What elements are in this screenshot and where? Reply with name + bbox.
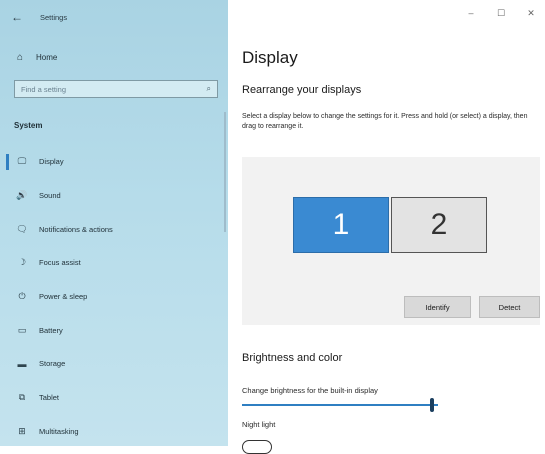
sidebar-item-home[interactable]: ⌂ Home [14,52,57,63]
brightness-heading: Brightness and color [242,352,343,364]
brightness-slider-track [242,404,438,406]
sidebar-item-label: Power & sleep [39,292,88,302]
search-icon[interactable]: ⌕ [207,84,211,94]
power-icon: ⏻ [18,291,26,302]
sidebar-item-label: Storage [39,359,66,369]
sidebar-item-display[interactable]: 🖵 Display [0,145,228,179]
sidebar-item-multitasking[interactable]: ⊞ Multitasking [0,415,228,449]
search-box[interactable]: ⌕ [14,80,218,98]
rearrange-heading: Rearrange your displays [242,84,362,96]
monitor-2-tile[interactable]: 2 [391,197,487,253]
sidebar-item-notifications-actions[interactable]: 🗨 Notifications & actions [0,212,228,246]
speaker-icon: 🔊 [16,190,28,201]
sidebar-item-battery[interactable]: ▭ Battery [0,313,228,347]
brightness-slider[interactable] [242,398,438,412]
identify-button[interactable]: Identify [404,296,471,318]
nav-list: 🖵 Display 🔊 Sound 🗨 Notifications & actions ☽ F… [0,145,228,448]
home-icon: ⌂ [16,52,24,63]
titlebar: ← Settings [0,0,228,34]
sidebar-item-power-sleep[interactable]: ⏻ Power & sleep [0,280,228,314]
sidebar-item-label: Sound [39,191,61,201]
monitor-icon: 🖵 [17,156,27,167]
maximize-icon[interactable]: ☐ [495,8,507,19]
sidebar-item-focus-assist[interactable]: ☽ Focus assist [0,246,228,280]
moon-icon: ☽ [17,257,27,268]
detect-button[interactable]: Detect [479,296,540,318]
back-arrow-icon[interactable]: ← [0,0,34,34]
app-title: Settings [40,12,68,22]
night-light-label: Night light [242,420,276,429]
notification-icon: 🗨 [16,223,28,234]
close-icon[interactable]: ✕ [525,8,537,19]
sidebar-item-tablet[interactable]: ⧉ Tablet [0,381,228,415]
sidebar-item-label: Notifications & actions [39,224,113,234]
sidebar-item-label: Tablet [39,393,60,403]
storage-icon: ▬ [17,358,27,369]
section-label: System [14,121,43,130]
sidebar-item-label: Multitasking [39,426,79,436]
page-title: Display [242,48,298,67]
brightness-slider-thumb[interactable] [430,398,435,412]
tablet-icon: ⧉ [18,392,26,403]
sidebar-item-sound[interactable]: 🔊 Sound [0,179,228,213]
home-label: Home [36,53,58,62]
sidebar-item-label: Focus assist [39,258,81,268]
window-controls: – ☐ ✕ [465,8,537,19]
sidebar-item-storage[interactable]: ▬ Storage [0,347,228,381]
sidebar-scrollbar[interactable] [224,112,226,232]
display-arrangement-area: 1 2 Identify Detect [242,157,540,325]
rearrange-description: Select a display below to change the set… [242,113,528,130]
brightness-slider-label: Change brightness for the built-in displ… [242,386,378,395]
minimize-icon[interactable]: – [465,8,477,19]
multitasking-icon: ⊞ [18,425,26,436]
monitor-1-tile[interactable]: 1 [293,197,389,253]
battery-icon: ▭ [17,324,27,335]
night-light-toggle[interactable] [242,440,272,454]
sidebar: ← Settings ⌂ Home ⌕ System 🖵 Display 🔊 Soun… [0,0,228,446]
sidebar-item-label: Battery [39,325,63,335]
sidebar-item-label: Display [39,157,64,167]
search-input[interactable] [21,84,191,94]
